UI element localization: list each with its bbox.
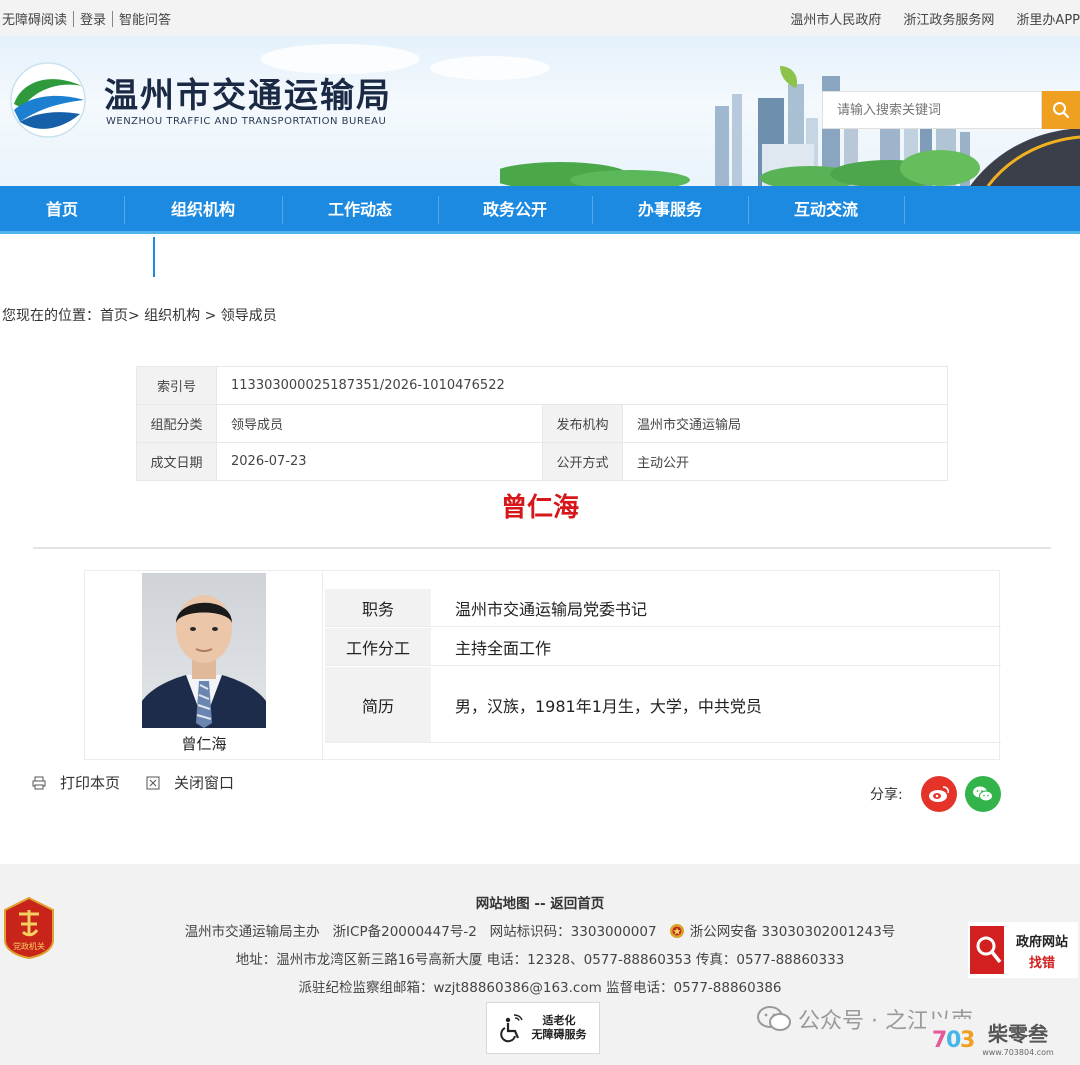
accessibility-link[interactable]: 无障碍阅读 xyxy=(2,9,73,28)
open-mode-value: 主动公开 xyxy=(622,442,948,481)
svg-text:3: 3 xyxy=(960,1028,975,1053)
gov-error-icon: 政府网站 找错 xyxy=(970,926,1070,974)
position-label: 职务 xyxy=(325,589,431,626)
gov-err-top-text: 政府网站 xyxy=(1016,934,1068,950)
search-icon xyxy=(1053,102,1070,119)
breadcrumb: 您现在的位置：首页> 组织机构 > 领导成员 xyxy=(2,308,277,324)
wechat-share-button[interactable] xyxy=(964,776,1001,812)
date-label: 成文日期 xyxy=(136,442,217,481)
publisher-label: 发布机构 xyxy=(542,404,623,443)
main-nav: 首页 组织机构 工作动态 政务公开 办事服务 互动交流 xyxy=(0,186,1080,234)
city-gov-link[interactable]: 温州市人民政府 xyxy=(790,9,881,28)
gov-site-error-report-button[interactable]: 政府网站 找错 xyxy=(968,922,1078,978)
date-value: 2026-07-23 xyxy=(216,442,543,481)
zj-service-link[interactable]: 浙江政务服务网 xyxy=(903,9,994,28)
search-button[interactable] xyxy=(1042,91,1080,129)
footer-links[interactable]: 网站地图 -- 返回首页 xyxy=(0,892,1080,912)
nav-dropdown-accent xyxy=(153,237,155,277)
page-actions: 打印本页 关闭窗口 xyxy=(32,772,260,793)
police-badge-icon xyxy=(670,924,685,938)
share-bar: 分享: xyxy=(870,776,1001,812)
table-row: 组配分类 领导成员 发布机构 温州市交通运输局 xyxy=(136,404,948,443)
site-subtitle: WENZHOU TRAFFIC AND TRANSPORTATION BUREA… xyxy=(106,116,387,127)
nav-item-interaction[interactable]: 互动交流 xyxy=(748,186,904,234)
site-title: 温州市交通运输局 xyxy=(104,76,392,116)
weibo-icon xyxy=(928,786,949,802)
watermark-logo-text: 柴零叁 xyxy=(987,1022,1049,1046)
index-value: 113303000025187351/2026-1010476522 xyxy=(216,366,948,405)
close-icon xyxy=(146,776,160,789)
top-utility-bar: 无障碍阅读 登录 智能问答 温州市人民政府 浙江政务服务网 浙里办APP xyxy=(0,0,1080,36)
nav-item-services[interactable]: 办事服务 xyxy=(592,186,748,234)
document-meta-table: 索引号 113303000025187351/2026-1010476522 组… xyxy=(136,366,948,481)
gov-err-bottom-text: 找错 xyxy=(1029,955,1055,971)
table-row: 索引号 113303000025187351/2026-1010476522 xyxy=(136,366,948,405)
login-link[interactable]: 登录 xyxy=(74,9,112,28)
weibo-share-button[interactable] xyxy=(920,776,957,812)
profile-row-resume: 简历 男，汉族，1981年1月生，大学，中共党员 xyxy=(325,667,1001,743)
elderly-accessibility-button[interactable]: 适老化 无障碍服务 xyxy=(486,1002,600,1054)
footer-address: 地址：温州市龙湾区新三路16号高新大厦 电话：12328、0577-888603… xyxy=(235,952,845,968)
wechat-icon xyxy=(972,786,993,802)
share-label: 分享: xyxy=(870,787,903,803)
category-value: 领导成员 xyxy=(216,404,543,443)
nav-item-news[interactable]: 工作动态 xyxy=(282,186,438,234)
site-id-text: 网站标识码：3303000007 xyxy=(489,924,657,940)
divider xyxy=(33,547,1051,549)
close-window-button[interactable]: 关闭窗口 xyxy=(146,772,234,793)
elder-line-2: 无障碍服务 xyxy=(531,1028,587,1041)
footer-line-1: 温州市交通运输局主办 浙ICP备20000447号-2 网站标识码：330300… xyxy=(0,920,1080,940)
open-mode-label: 公开方式 xyxy=(542,442,623,481)
resume-label: 简历 xyxy=(325,667,431,742)
top-left-links: 无障碍阅读 登录 智能问答 xyxy=(2,9,177,28)
duties-label: 工作分工 xyxy=(325,628,431,665)
wechat-official-account-icon xyxy=(757,1006,791,1031)
wheelchair-icon xyxy=(499,1014,523,1043)
print-label: 打印本页 xyxy=(60,774,121,792)
portrait-illustration xyxy=(142,595,266,728)
police-record-link[interactable]: 浙公网安备 33030302001243号 xyxy=(690,924,896,940)
profile-card: 曾仁海 职务 温州市交通运输局党委书记 工作分工 主持全面工作 简历 男，汉族，… xyxy=(84,570,1001,760)
watermark-logo-url: www.703804.com xyxy=(982,1048,1054,1057)
print-icon xyxy=(32,776,46,789)
profile-row-duties: 工作分工 主持全面工作 xyxy=(325,628,1001,666)
profile-row-position: 职务 温州市交通运输局党委书记 xyxy=(325,589,1001,627)
person-name-heading: 曾仁海 xyxy=(500,493,579,523)
smart-qa-link[interactable]: 智能问答 xyxy=(113,9,177,28)
nav-item-home[interactable]: 首页 xyxy=(0,186,124,234)
table-row: 成文日期 2026-07-23 公开方式 主动公开 xyxy=(136,442,948,481)
footer-contact: 派驻纪检监察组邮箱：wzjt88860386@163.com 监督电话：0577… xyxy=(298,980,782,996)
photo-cell: 曾仁海 xyxy=(85,571,323,759)
print-button[interactable]: 打印本页 xyxy=(32,772,120,793)
close-label: 关闭窗口 xyxy=(174,774,235,792)
photo-caption: 曾仁海 xyxy=(181,735,227,753)
search-box xyxy=(822,91,1042,129)
duties-value: 主持全面工作 xyxy=(455,638,552,658)
icp-link[interactable]: 浙ICP备20000447号-2 xyxy=(333,924,477,940)
elder-service-text: 适老化 无障碍服务 xyxy=(532,1014,587,1042)
nav-item-organization[interactable]: 组织机构 xyxy=(124,186,282,234)
bureau-logo-icon[interactable] xyxy=(8,60,88,140)
search-input[interactable] xyxy=(823,92,1041,128)
top-right-links: 温州市人民政府 浙江政务服务网 浙里办APP xyxy=(768,9,1080,28)
category-label: 组配分类 xyxy=(136,404,217,443)
site-watermark-logo: 7 0 3 柴零叁 www.703804.com xyxy=(926,1019,1054,1059)
nav-item-gov-affairs[interactable]: 政务公开 xyxy=(438,186,592,234)
header-banner: 温州市交通运输局 WENZHOU TRAFFIC AND TRANSPORTAT… xyxy=(0,36,1080,186)
publisher-value: 温州市交通运输局 xyxy=(622,404,948,443)
portrait-photo xyxy=(142,573,266,728)
zlb-app-link[interactable]: 浙里办APP xyxy=(1016,9,1080,28)
index-label: 索引号 xyxy=(136,366,217,405)
sponsor-text: 温州市交通运输局主办 xyxy=(184,924,320,940)
position-value: 温州市交通运输局党委书记 xyxy=(455,599,648,619)
elder-line-1: 适老化 xyxy=(542,1014,576,1027)
resume-value: 男，汉族，1981年1月生，大学，中共党员 xyxy=(455,696,762,716)
nav-divider xyxy=(904,196,905,224)
